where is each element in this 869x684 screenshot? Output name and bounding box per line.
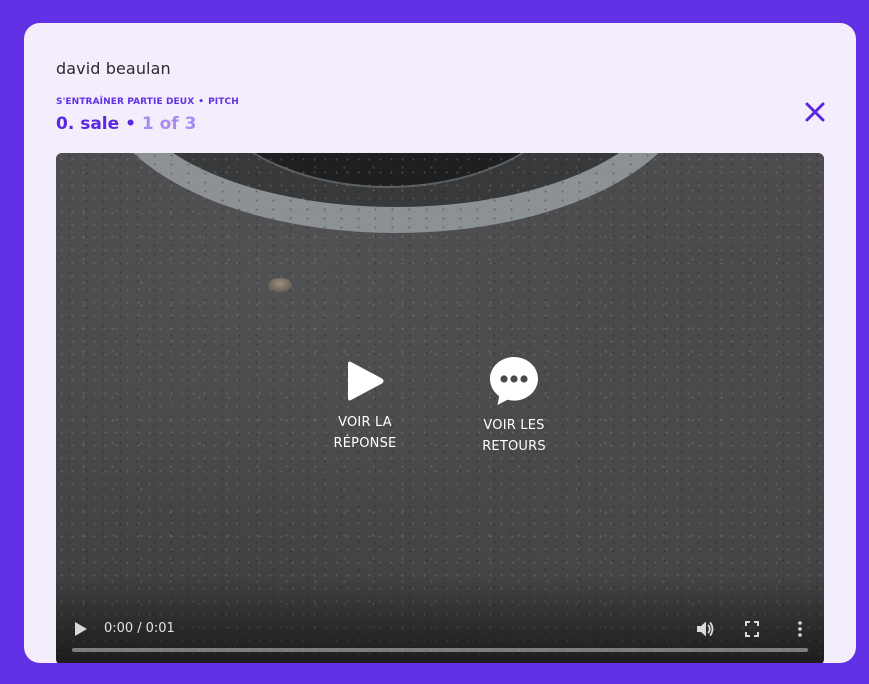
user-name: david beaulan bbox=[56, 59, 171, 78]
video-player[interactable]: VOIR LA RÉPONSE VOIR LES RETOURS 0:00/0:… bbox=[56, 153, 824, 663]
view-answer-label-line2: RÉPONSE bbox=[333, 436, 397, 451]
video-play-icon[interactable] bbox=[74, 621, 88, 637]
progress-bar[interactable] bbox=[72, 648, 808, 652]
view-feedback-button[interactable]: VOIR LES RETOURS bbox=[469, 355, 559, 457]
title-name: 0. sale bbox=[56, 114, 120, 134]
video-modal: david beaulan S'ENTRAÎNER PARTIE DEUX • PI… bbox=[24, 23, 856, 663]
more-vertical-icon[interactable] bbox=[796, 620, 804, 638]
play-icon bbox=[348, 361, 384, 401]
view-feedback-label-line2: RETOURS bbox=[482, 439, 546, 454]
current-time: 0:00 bbox=[104, 621, 134, 636]
view-feedback-label-line1: VOIR LES bbox=[483, 418, 545, 433]
breadcrumb-item-topic: PITCH bbox=[208, 97, 239, 107]
breadcrumb-item-section: S'ENTRAÎNER PARTIE DEUX bbox=[56, 97, 195, 107]
fullscreen-icon[interactable] bbox=[745, 620, 759, 638]
breadcrumb-separator: • bbox=[198, 97, 205, 107]
view-answer-button[interactable]: VOIR LA RÉPONSE bbox=[322, 358, 408, 454]
time-display: 0:00/0:01 bbox=[104, 621, 175, 636]
volume-icon[interactable] bbox=[696, 620, 714, 638]
video-pebble bbox=[268, 278, 292, 292]
time-separator: / bbox=[137, 621, 142, 636]
video-controls: 0:00/0:01 bbox=[56, 605, 824, 663]
close-button[interactable] bbox=[802, 99, 828, 125]
page-title: 0. sale • 1 of 3 bbox=[56, 114, 196, 134]
view-answer-label-line1: VOIR LA bbox=[338, 415, 392, 430]
close-icon bbox=[805, 102, 825, 122]
duration: 0:01 bbox=[145, 621, 175, 636]
chat-bubble-icon bbox=[490, 357, 538, 405]
title-count: 1 of 3 bbox=[141, 114, 197, 134]
breadcrumb: S'ENTRAÎNER PARTIE DEUX • PITCH bbox=[56, 97, 239, 107]
title-separator: • bbox=[125, 114, 136, 134]
